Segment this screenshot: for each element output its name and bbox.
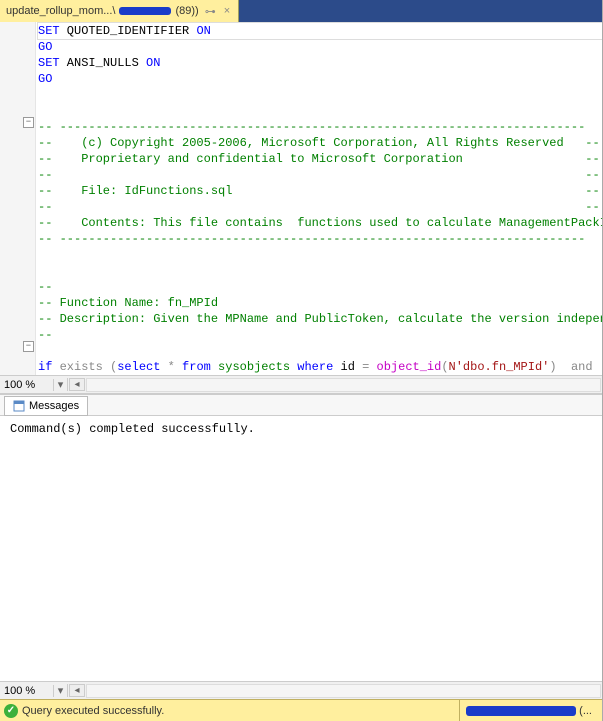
kw-on: ON [146, 56, 160, 70]
kw-set: SET [38, 56, 60, 70]
comment: -- -------------------------------------… [38, 232, 585, 246]
code-text: id [333, 360, 362, 374]
kw-from: from [182, 360, 211, 374]
comment: -- File: IdFunctions.sql -- [38, 184, 600, 198]
kw-on: ON [196, 24, 210, 38]
close-icon[interactable]: × [222, 5, 232, 17]
tab-label-suffix: (89)) [175, 5, 198, 17]
string-literal: N'dbo.fn_MPId' [449, 360, 550, 374]
editor-pane: − − SET QUOTED_IDENTIFIER ON GO SET ANSI… [0, 22, 602, 394]
messages-icon [13, 400, 25, 412]
kw-go: GO [38, 40, 52, 54]
code-text: ( [441, 360, 448, 374]
document-tab[interactable]: update_rollup_mom...\ (89)) ⊶ × [0, 0, 239, 22]
comment: -- -- [38, 168, 600, 182]
code-text: sysobjects [211, 360, 297, 374]
code-text: * [160, 360, 182, 374]
comment: -- Description: Given the MPName and Pub… [38, 312, 602, 326]
editor-zoom-row: 100 % ▾ ◂ [0, 375, 602, 393]
comment: -- Proprietary and confidential to Micro… [38, 152, 600, 166]
messages-body[interactable]: Command(s) completed successfully. [0, 416, 602, 681]
kw-select: select [117, 360, 160, 374]
kw-if: if [38, 360, 52, 374]
messages-tab-label: Messages [29, 400, 79, 412]
code-text: ANSI_NULLS [60, 56, 146, 70]
status-text: Query executed successfully. [22, 705, 164, 717]
fn-objectid: object_id [369, 360, 441, 374]
code-area[interactable]: SET QUOTED_IDENTIFIER ON GO SET ANSI_NUL… [36, 22, 602, 375]
code-text: QUOTED_IDENTIFIER [60, 24, 197, 38]
tab-bar: update_rollup_mom...\ (89)) ⊶ × [0, 0, 602, 22]
messages-tab[interactable]: Messages [4, 396, 88, 416]
tab-label-redacted [119, 7, 171, 15]
fold-icon[interactable]: − [23, 341, 34, 352]
kw-set: SET [38, 24, 60, 38]
status-bar: ✓ Query executed successfully. (... [0, 699, 602, 721]
zoom-dropdown-icon[interactable]: ▾ [54, 684, 68, 697]
fold-icon[interactable]: − [23, 117, 34, 128]
code-text: exists [52, 360, 110, 374]
comment: -- (c) Copyright 2005-2006, Microsoft Co… [38, 136, 600, 150]
comment: -- [38, 280, 52, 294]
messages-zoom-row: 100 % ▾ ◂ [0, 681, 602, 699]
tab-label-prefix: update_rollup_mom...\ [6, 5, 115, 17]
scroll-left-icon[interactable]: ◂ [69, 684, 85, 697]
scroll-left-icon[interactable]: ◂ [69, 378, 85, 391]
zoom-level[interactable]: 100 % [0, 379, 54, 391]
code-text: and OB [557, 360, 602, 374]
horizontal-scrollbar[interactable] [86, 684, 601, 698]
editor-gutter: − − [0, 22, 36, 375]
kw-where: where [297, 360, 333, 374]
comment: -- Function Name: fn_MPId [38, 296, 218, 310]
status-redacted [466, 706, 576, 716]
code-text: ) [549, 360, 556, 374]
success-icon: ✓ [4, 704, 18, 718]
status-suffix: (... [579, 705, 592, 717]
messages-text: Command(s) completed successfully. [10, 422, 255, 436]
comment: -- -------------------------------------… [38, 120, 585, 134]
status-connection: (... [459, 700, 598, 721]
comment: -- Contents: This file contains function… [38, 216, 602, 230]
zoom-dropdown-icon[interactable]: ▾ [54, 378, 68, 391]
comment: -- -- [38, 200, 600, 214]
pin-icon[interactable]: ⊶ [203, 5, 218, 18]
horizontal-scrollbar[interactable] [86, 378, 601, 392]
messages-tabbar: Messages [0, 394, 602, 416]
comment: -- [38, 328, 52, 342]
zoom-level[interactable]: 100 % [0, 685, 54, 697]
kw-go: GO [38, 72, 52, 86]
code-editor[interactable]: − − SET QUOTED_IDENTIFIER ON GO SET ANSI… [0, 22, 602, 375]
